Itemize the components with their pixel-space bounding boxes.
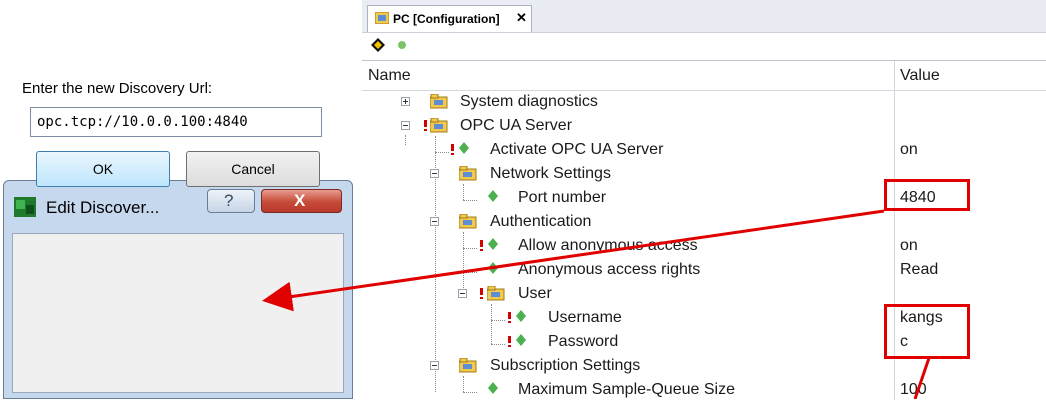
- tab-strip: PC [Configuration] ✕: [362, 0, 1046, 33]
- cancel-button[interactable]: Cancel: [186, 151, 320, 187]
- close-button[interactable]: X: [261, 189, 342, 213]
- tree-label: Network Settings: [490, 165, 611, 182]
- column-header-value[interactable]: Value: [900, 67, 940, 85]
- edit-discovery-url-dialog: Edit Discover... ? X: [3, 180, 353, 399]
- parameter-leaf-icon: [516, 310, 526, 322]
- settings-folder-icon: [459, 214, 477, 229]
- collapse-icon[interactable]: [401, 121, 410, 130]
- tree-label: Authentication: [490, 213, 592, 230]
- tab-close-icon[interactable]: ✕: [516, 10, 527, 26]
- help-button[interactable]: ?: [207, 189, 255, 213]
- arrow-diamond-icon[interactable]: [370, 37, 386, 53]
- configuration-window: PC [Configuration] ✕ Name Value System d…: [362, 0, 1046, 400]
- tree-label: Port number: [518, 189, 607, 206]
- app-icon: [14, 197, 36, 217]
- tree-row-activate-opc-ua-server[interactable]: Activate OPC UA Server on: [362, 138, 1046, 162]
- settings-folder-icon: [430, 94, 448, 109]
- collapse-icon[interactable]: [430, 217, 439, 226]
- credentials-highlight-box: [884, 304, 970, 359]
- tree-row-maximum-sample-queue-size[interactable]: Maximum Sample-Queue Size 100: [362, 378, 1046, 402]
- tab-pc-configuration[interactable]: PC [Configuration] ✕: [367, 5, 532, 32]
- parameter-leaf-icon: [488, 262, 498, 274]
- expand-icon[interactable]: [401, 97, 410, 106]
- settings-folder-icon: [430, 118, 448, 133]
- tree-label: User: [518, 285, 552, 302]
- parameter-leaf-icon: [459, 142, 469, 154]
- warning-icon: [508, 312, 511, 323]
- tree-label: System diagnostics: [460, 93, 598, 110]
- tree-row-system-diagnostics[interactable]: System diagnostics: [362, 90, 1046, 114]
- tree-value[interactable]: on: [900, 141, 918, 159]
- green-dot-icon[interactable]: [394, 37, 410, 53]
- parameter-leaf-icon: [488, 238, 498, 250]
- tree-label: Maximum Sample-Queue Size: [518, 381, 735, 398]
- close-icon: X: [294, 191, 306, 210]
- tree-label: Subscription Settings: [490, 357, 641, 374]
- settings-tree-grid: Name Value System diagnostics OPC UA Ser…: [362, 60, 1046, 400]
- discovery-url-input[interactable]: [30, 107, 322, 137]
- tree-row-anonymous-access-rights[interactable]: Anonymous access rights Read: [362, 258, 1046, 282]
- tree-label: OPC UA Server: [460, 117, 573, 134]
- collapse-icon[interactable]: [430, 361, 439, 370]
- parameter-leaf-icon: [488, 382, 498, 394]
- tree-label: Allow anonymous access: [518, 237, 698, 254]
- tree-row-opc-ua-server[interactable]: OPC UA Server: [362, 114, 1046, 138]
- tree-row-allow-anonymous-access[interactable]: Allow anonymous access on: [362, 234, 1046, 258]
- toolbar: [362, 33, 1046, 59]
- help-icon: ?: [224, 191, 234, 210]
- parameter-leaf-icon: [488, 190, 498, 202]
- warning-icon: [451, 144, 454, 155]
- port-highlight-box: [884, 179, 970, 211]
- tree-row-user[interactable]: User: [362, 282, 1046, 306]
- dialog-title-bar[interactable]: Edit Discover...: [12, 193, 212, 223]
- warning-icon: [480, 240, 483, 251]
- tree-label: Anonymous access rights: [518, 261, 701, 278]
- settings-folder-icon: [459, 166, 477, 181]
- column-header-name[interactable]: Name: [368, 67, 411, 85]
- configuration-tab-icon: [375, 12, 389, 24]
- settings-folder-icon: [459, 358, 477, 373]
- ok-button[interactable]: OK: [36, 151, 170, 187]
- dialog-body: [12, 233, 344, 393]
- tree-label: Activate OPC UA Server: [490, 141, 664, 158]
- tree-value[interactable]: 100: [900, 381, 927, 399]
- tree-row-authentication[interactable]: Authentication: [362, 210, 1046, 234]
- tree-label: Password: [548, 333, 619, 350]
- warning-icon: [424, 120, 427, 131]
- tree-value[interactable]: on: [900, 237, 918, 255]
- settings-folder-icon: [487, 286, 505, 301]
- collapse-icon[interactable]: [458, 289, 467, 298]
- tab-label: PC [Configuration]: [393, 12, 500, 26]
- warning-icon: [480, 288, 483, 299]
- tree-label: Username: [548, 309, 622, 326]
- dialog-prompt: Enter the new Discovery Url:: [22, 80, 213, 97]
- tree-value[interactable]: Read: [900, 261, 938, 279]
- dialog-title: Edit Discover...: [46, 198, 160, 217]
- collapse-icon[interactable]: [430, 169, 439, 178]
- warning-icon: [508, 336, 511, 347]
- parameter-leaf-icon: [516, 334, 526, 346]
